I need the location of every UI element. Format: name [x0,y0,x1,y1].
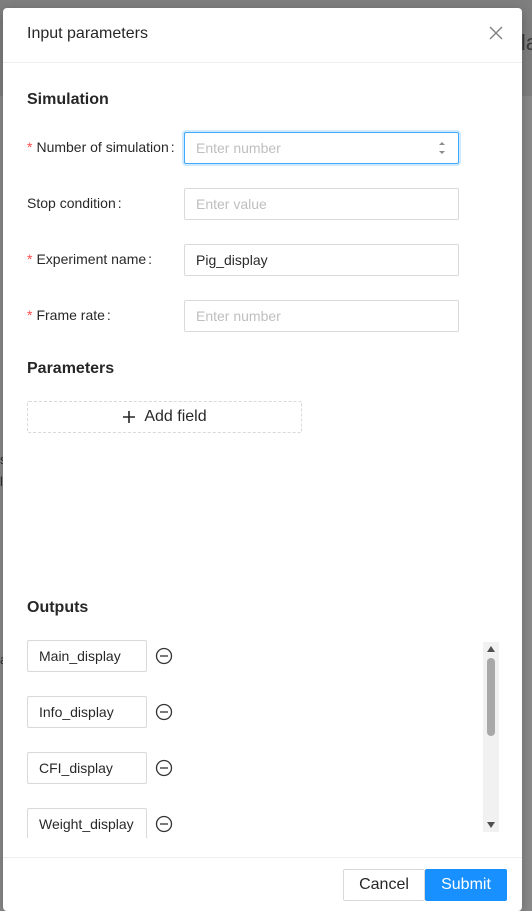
output-item: Info_display [27,696,173,728]
number-of-simulation-row: * Number of simulation: [27,132,463,164]
stop-condition-input[interactable] [184,188,459,220]
output-field[interactable]: Weight_display [27,808,147,838]
output-field[interactable]: Info_display [27,696,147,728]
cancel-button[interactable]: Cancel [343,869,425,901]
frame-rate-input[interactable] [184,300,459,332]
required-mark: * [27,139,33,155]
stop-condition-label: Stop condition: [27,195,122,211]
remove-icon[interactable] [155,647,173,665]
plus-icon [123,411,136,423]
modal-header: Input parameters [3,8,522,63]
submit-button[interactable]: Submit [425,869,507,901]
remove-icon[interactable] [155,703,173,721]
add-field-button[interactable]: Add field [27,401,302,433]
number-stepper-icon[interactable] [438,139,446,157]
output-item: Weight_display [27,808,173,838]
output-field[interactable]: CFI_display [27,752,147,784]
scrollbar-thumb[interactable] [487,658,495,736]
remove-icon[interactable] [155,759,173,777]
output-item: CFI_display [27,752,173,784]
required-mark: * [27,251,33,267]
experiment-name-input[interactable] [184,244,459,276]
required-mark: * [27,307,33,323]
simulation-section-title: Simulation [27,91,109,108]
experiment-name-row: * Experiment name: [27,244,463,276]
outputs-section-title: Outputs [27,599,89,616]
background-title-fragment: la [520,30,532,55]
frame-rate-label: * Frame rate: [27,307,111,323]
input-parameters-modal: Input parameters Simulation * Number of s… [3,8,522,911]
add-field-label: Add field [144,408,207,425]
outputs-list[interactable]: Main_display Info_display CFI_display We… [27,638,499,838]
parameters-section-title: Parameters [27,360,115,377]
modal-title: Input parameters [27,25,148,42]
output-field[interactable]: Main_display [27,640,147,672]
outputs-scrollbar[interactable] [483,642,499,832]
modal-footer: Cancel Submit [3,857,522,911]
output-item: Main_display [27,640,173,672]
remove-icon[interactable] [155,815,173,833]
scroll-up-arrow-icon[interactable] [487,646,495,652]
frame-rate-row: * Frame rate: [27,300,463,332]
stop-condition-row: Stop condition: [27,188,463,220]
number-of-simulation-input[interactable] [184,132,459,164]
close-icon[interactable] [488,25,504,41]
experiment-name-label: * Experiment name: [27,251,153,267]
scroll-down-arrow-icon[interactable] [487,822,495,828]
number-of-simulation-label: * Number of simulation: [27,139,175,155]
